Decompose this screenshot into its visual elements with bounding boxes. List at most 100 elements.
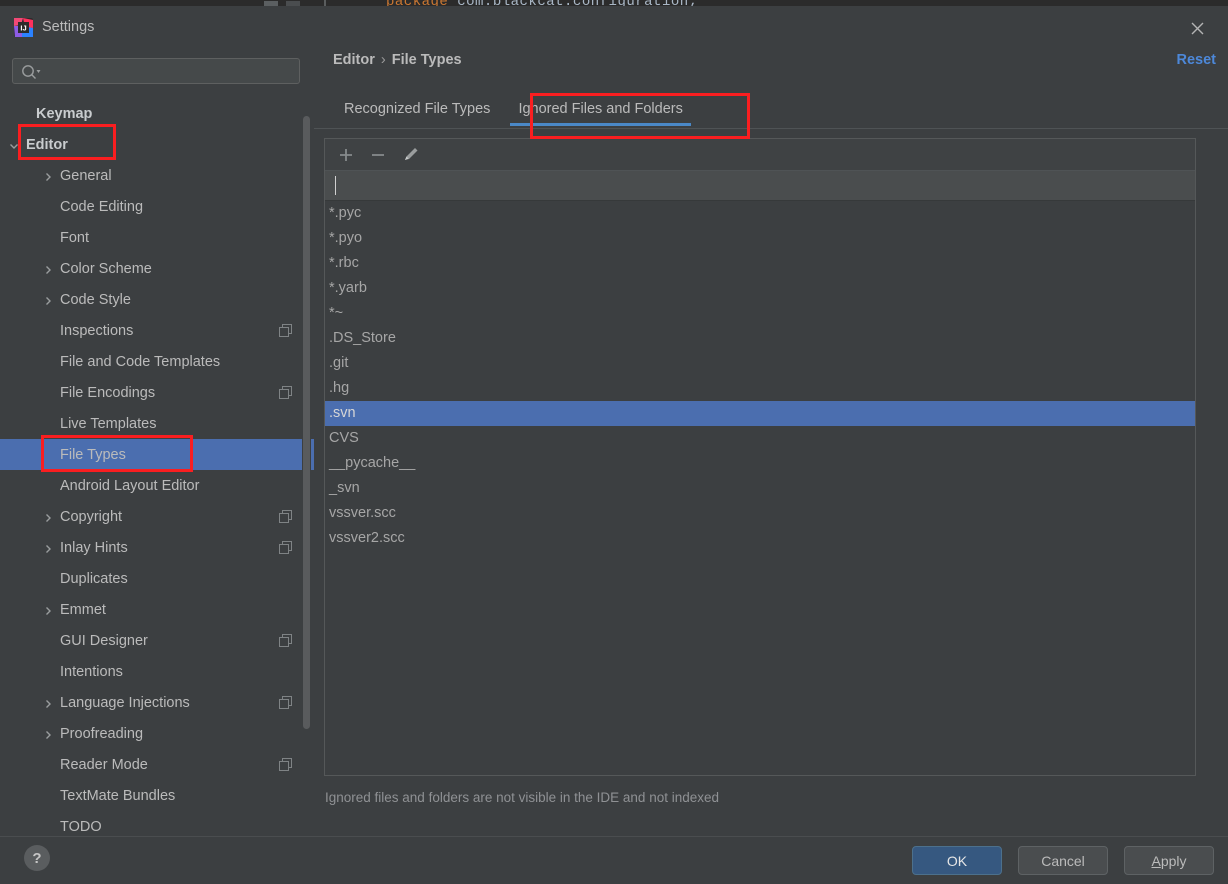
sidebar-item-todo[interactable]: TODO — [0, 811, 314, 836]
list-item[interactable]: __pycache__ — [325, 451, 1195, 476]
sidebar-item-label: Font — [60, 229, 90, 246]
sidebar-item-code-editing[interactable]: Code Editing — [0, 191, 314, 222]
sidebar-item-label: Code Editing — [60, 198, 144, 215]
sidebar-item-label: Duplicates — [60, 570, 128, 587]
chevron-right-icon[interactable] — [42, 511, 54, 523]
apply-button[interactable]: Apply — [1124, 846, 1214, 875]
new-entry-edit-row[interactable] — [325, 171, 1195, 201]
sidebar-item-code-style[interactable]: Code Style — [0, 284, 314, 315]
tab-ignored-files-and-folders[interactable]: Ignored Files and Folders — [504, 90, 696, 128]
sidebar-item-color-scheme[interactable]: Color Scheme — [0, 253, 314, 284]
sidebar-item-file-types[interactable]: File Types — [0, 439, 314, 470]
sidebar-item-editor[interactable]: Editor — [0, 129, 314, 160]
settings-tree[interactable]: Keymap Editor General Code Editing Font Color… — [0, 98, 314, 836]
copy-settings-icon[interactable] — [279, 386, 292, 404]
reset-link[interactable]: Reset — [1177, 52, 1217, 68]
sidebar-item-general[interactable]: General — [0, 160, 314, 191]
sidebar-item-android-layout-editor[interactable]: Android Layout Editor — [0, 470, 314, 501]
chevron-right-icon[interactable] — [42, 263, 54, 275]
list-item[interactable]: *.rbc — [325, 251, 1195, 276]
sidebar-item-label: TextMate Bundles — [60, 787, 176, 804]
sidebar-scrollbar-thumb[interactable] — [303, 116, 310, 729]
apply-label-rest: pply — [1160, 852, 1187, 869]
chevron-right-icon[interactable] — [42, 697, 54, 709]
sidebar-item-label: Emmet — [60, 601, 106, 618]
ignored-items-list[interactable]: *.pyc *.pyo *.rbc *.yarb *~ .DS_Store .git .hg.… — [325, 201, 1195, 775]
breadcrumb: Editor › File Types — [333, 52, 462, 68]
chevron-right-icon[interactable] — [42, 294, 54, 306]
settings-sidebar[interactable]: Keymap Editor General Code Editing Font Color… — [0, 46, 314, 836]
breadcrumb-parent[interactable]: Editor — [333, 52, 375, 68]
sidebar-item-emmet[interactable]: Emmet — [0, 594, 314, 625]
sidebar-item-live-templates[interactable]: Live Templates — [0, 408, 314, 439]
help-icon[interactable]: ? — [24, 845, 50, 871]
copy-settings-icon[interactable] — [279, 510, 292, 528]
list-item[interactable]: .hg — [325, 376, 1195, 401]
sidebar-item-textmate-bundles[interactable]: TextMate Bundles — [0, 780, 314, 811]
sidebar-item-label: File Encodings — [60, 384, 156, 401]
sidebar-item-intentions[interactable]: Intentions — [0, 656, 314, 687]
list-item[interactable]: vssver.scc — [325, 501, 1195, 526]
sidebar-item-file-and-code-templates[interactable]: File and Code Templates — [0, 346, 314, 377]
copy-settings-icon[interactable] — [279, 758, 292, 776]
close-icon[interactable] — [1184, 16, 1212, 40]
chevron-right-icon[interactable] — [42, 604, 54, 616]
edit-button[interactable] — [397, 143, 423, 167]
ok-button[interactable]: OK — [912, 846, 1002, 875]
sidebar-item-copyright[interactable]: Copyright — [0, 501, 314, 532]
cancel-button[interactable]: Cancel — [1018, 846, 1108, 875]
dialog-titlebar: IJ Settings — [0, 6, 1228, 46]
list-item[interactable]: .svn — [325, 401, 1195, 426]
sidebar-item-label: Inspections — [60, 322, 134, 339]
list-toolbar — [325, 139, 1195, 171]
list-item[interactable]: *~ — [325, 301, 1195, 326]
sidebar-item-inspections[interactable]: Inspections — [0, 315, 314, 346]
sidebar-item-label: Editor — [26, 136, 68, 153]
sidebar-item-language-injections[interactable]: Language Injections — [0, 687, 314, 718]
dialog-footer: ? OK Cancel Apply — [0, 836, 1228, 884]
sidebar-scrollbar-track[interactable] — [302, 108, 311, 808]
sidebar-item-reader-mode[interactable]: Reader Mode — [0, 749, 314, 780]
sidebar-item-label: Inlay Hints — [60, 539, 128, 556]
screen: package com.blackcat.configuration; IJ S… — [0, 0, 1228, 884]
sidebar-item-file-encodings[interactable]: File Encodings — [0, 377, 314, 408]
chevron-right-icon[interactable] — [42, 170, 54, 182]
chevron-down-icon[interactable] — [8, 139, 20, 151]
list-item[interactable]: CVS — [325, 426, 1195, 451]
copy-settings-icon[interactable] — [279, 324, 292, 342]
search-icon — [20, 63, 42, 86]
list-item[interactable]: *.pyc — [325, 201, 1195, 226]
dialog-title: Settings — [42, 19, 95, 35]
list-item[interactable]: .DS_Store — [325, 326, 1195, 351]
sidebar-item-label: Proofreading — [60, 725, 144, 742]
sidebar-item-keymap[interactable]: Keymap — [0, 98, 314, 129]
copy-settings-icon[interactable] — [279, 696, 292, 714]
remove-button[interactable] — [365, 143, 391, 167]
sidebar-item-gui-designer[interactable]: GUI Designer — [0, 625, 314, 656]
list-item[interactable]: .git — [325, 351, 1195, 376]
new-entry-input[interactable] — [337, 175, 1181, 198]
svg-text:IJ: IJ — [20, 24, 26, 33]
settings-main-panel: Editor › File Types Reset Recognized File … — [314, 46, 1228, 836]
copy-settings-icon[interactable] — [279, 541, 292, 559]
search-box[interactable] — [12, 58, 300, 84]
list-item[interactable]: *.pyo — [325, 226, 1195, 251]
sidebar-item-label: Reader Mode — [60, 756, 148, 773]
sidebar-item-proofreading[interactable]: Proofreading — [0, 718, 314, 749]
sidebar-item-duplicates[interactable]: Duplicates — [0, 563, 314, 594]
breadcrumb-separator: › — [380, 52, 386, 68]
tab-recognized-file-types[interactable]: Recognized File Types — [330, 90, 504, 128]
sidebar-item-label: Color Scheme — [60, 260, 152, 277]
chevron-right-icon[interactable] — [42, 728, 54, 740]
list-item[interactable]: vssver2.scc — [325, 526, 1195, 551]
settings-tabs[interactable]: Recognized File Types Ignored Files and F… — [330, 90, 697, 128]
sidebar-item-font[interactable]: Font — [0, 222, 314, 253]
list-item[interactable]: *.yarb — [325, 276, 1195, 301]
add-button[interactable] — [333, 143, 359, 167]
sidebar-item-label: Android Layout Editor — [60, 477, 200, 494]
copy-settings-icon[interactable] — [279, 634, 292, 652]
chevron-right-icon[interactable] — [42, 542, 54, 554]
sidebar-item-inlay-hints[interactable]: Inlay Hints — [0, 532, 314, 563]
list-item[interactable]: _svn — [325, 476, 1195, 501]
search-input[interactable] — [47, 63, 295, 83]
